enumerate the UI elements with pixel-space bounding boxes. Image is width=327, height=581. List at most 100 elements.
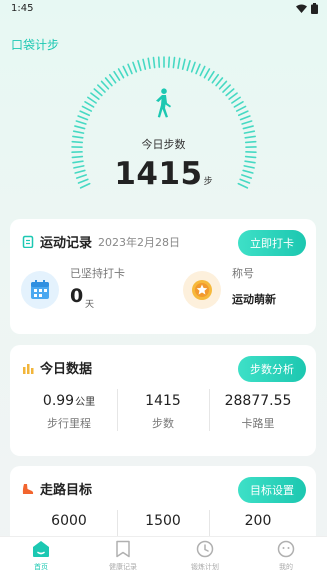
distance-metric: 0.99公里 步行里程: [24, 393, 114, 431]
gauge-tick: [203, 68, 211, 79]
gauge-tick: [167, 56, 171, 68]
clock-icon: [196, 540, 214, 558]
gauge-tick: [190, 61, 196, 73]
exercise-record-card: 运动记录 2023年2月28日 立即打卡 已坚持打卡 0 天 称号 运动萌新: [10, 219, 316, 334]
gauge-tick: [215, 77, 224, 87]
gauge-tick: [235, 105, 247, 112]
card-title: 今日数据: [40, 362, 93, 377]
tab-label: 首页: [34, 563, 48, 571]
card-header: 走路目标: [22, 479, 92, 498]
gauge-tick: [186, 59, 191, 72]
step-unit: 步: [203, 177, 213, 187]
gauge-tick: [104, 77, 113, 87]
gauge-tick: [231, 96, 241, 104]
gauge-label: 今日步数: [141, 138, 186, 151]
gauge-tick: [195, 63, 201, 75]
streak-unit: 天: [85, 300, 95, 310]
gauge-tick: [177, 57, 181, 70]
profile-face-icon: [277, 540, 295, 558]
steps-value: 1415: [145, 393, 181, 409]
distance-label: 步行里程: [47, 417, 91, 430]
tab-home[interactable]: 首页: [11, 540, 71, 572]
status-icons: [296, 3, 318, 14]
status-time: 1:45: [11, 3, 34, 14]
gauge-value: 1415步: [0, 156, 327, 192]
app-title: 口袋计步: [11, 38, 60, 52]
gauge-tick: [137, 59, 142, 72]
streak-label: 已坚持打卡: [70, 267, 125, 280]
gauge-tick: [218, 80, 228, 90]
battery-icon: [311, 3, 318, 14]
gauge-tick: [233, 101, 244, 108]
tab-mine[interactable]: 我的: [256, 540, 316, 572]
step-analysis-button[interactable]: 步数分析: [238, 356, 306, 382]
gauge-tick: [108, 73, 117, 84]
clipboard-icon: [22, 235, 34, 248]
distance-value: 0.99: [42, 393, 75, 409]
gauge-tick: [237, 110, 249, 117]
gauge-tick: [142, 58, 147, 70]
gauge-tick: [242, 125, 254, 130]
gauge-tick: [199, 65, 206, 77]
distance-unit: 公里: [75, 397, 96, 408]
gauge-tick: [127, 63, 133, 75]
gauge-tick: [243, 130, 256, 134]
gauge-tick: [181, 58, 186, 70]
gauge-tick: [225, 88, 235, 97]
gauge-tick: [87, 96, 97, 104]
today-data-card: 今日数据 步数分析 0.99公里 步行里程 1415 步数 28877.55 卡…: [10, 345, 316, 456]
gauge-tick: [147, 57, 151, 70]
gauge-tick: [79, 110, 91, 117]
goal-value: 6000: [24, 513, 114, 529]
gauge-tick: [132, 61, 138, 73]
calorie-label: 卡路里: [241, 417, 275, 430]
card-title: 走路目标: [40, 483, 93, 498]
goal-value-3: 200: [244, 513, 272, 529]
gauge-tick: [152, 56, 156, 69]
streak-value: 0: [70, 285, 84, 307]
shoe-icon: [22, 483, 34, 494]
card-header: 运动记录 2023年2月28日: [22, 232, 180, 251]
calorie-metric: 28877.55 卡路里: [210, 393, 306, 431]
goal-value-1: 6000: [51, 513, 87, 529]
gauge-tick: [117, 68, 125, 79]
tab-health-record[interactable]: 健康记录: [93, 540, 153, 572]
gauge-tick: [239, 115, 251, 121]
bar-chart-icon: [23, 363, 34, 374]
gauge-tick: [211, 73, 220, 84]
bookmark-icon: [116, 540, 130, 558]
gauge-tick: [75, 120, 87, 125]
gauge-tick: [113, 70, 121, 81]
gauge-tick: [90, 92, 100, 100]
tab-label: 健康记录: [109, 563, 137, 571]
steps-metric: 1415 步数: [118, 393, 208, 431]
goal-value: 1500: [118, 513, 208, 529]
gauge-tick: [172, 56, 176, 69]
gauge-tick: [228, 92, 238, 100]
title-label: 称号: [232, 267, 254, 280]
gauge-tick: [81, 105, 93, 112]
walking-goal-card: 走路目标 目标设置 6000 1500 200: [10, 466, 316, 536]
calendar-badge: [21, 271, 59, 309]
gauge-tick: [97, 84, 106, 93]
walking-person-icon: [156, 88, 171, 118]
medal-icon: [192, 280, 212, 300]
status-bar: 1:45: [0, 0, 327, 18]
gauge-tick: [241, 120, 253, 125]
tab-label: 锻炼计划: [191, 563, 219, 571]
gauge-tick: [74, 125, 86, 130]
title-value: 运动萌新: [232, 293, 276, 306]
check-in-button[interactable]: 立即打卡: [238, 230, 306, 256]
wifi-icon: [296, 4, 307, 13]
steps-label: 步数: [152, 417, 174, 430]
gauge-tick: [93, 88, 103, 97]
home-icon: [33, 541, 49, 557]
tab-workout-plan[interactable]: 锻炼计划: [175, 540, 235, 572]
gauge-tick: [72, 130, 85, 134]
gauge-tick: [100, 80, 110, 90]
tab-label: 我的: [279, 563, 293, 571]
goal-value: 200: [210, 513, 306, 529]
goal-setting-button[interactable]: 目标设置: [238, 477, 306, 503]
record-date: 2023年2月28日: [98, 235, 181, 249]
calendar-icon: [31, 280, 49, 299]
